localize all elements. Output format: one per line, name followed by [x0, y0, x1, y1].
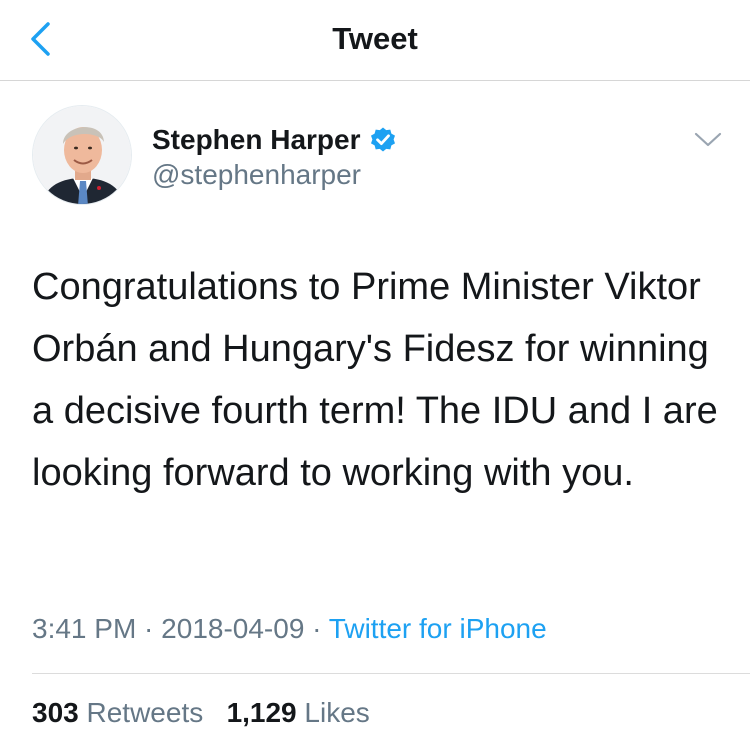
retweets-stat[interactable]: 303 Retweets [32, 697, 203, 728]
meta-separator: · [304, 613, 329, 644]
divider [32, 673, 750, 674]
likes-label: Likes [304, 697, 370, 728]
tweet-metadata: 3:41 PM · 2018-04-09 · Twitter for iPhon… [32, 612, 547, 646]
author-handle[interactable]: @stephenharper [152, 158, 361, 192]
tweet-text: Congratulations to Prime Minister Viktor… [32, 266, 718, 494]
verified-badge-icon [370, 127, 395, 152]
meta-separator: · [136, 613, 162, 644]
likes-stat[interactable]: 1,129 Likes [227, 697, 370, 728]
tweet-time: 3:41 PM [32, 613, 137, 644]
tweet-source-link[interactable]: Twitter for iPhone [329, 613, 547, 644]
engagement-stats: 303 Retweets 1,129 Likes [32, 696, 370, 730]
likes-count: 1,129 [226, 697, 297, 728]
author-display-name[interactable]: Stephen Harper [152, 123, 361, 157]
avatar[interactable] [32, 105, 132, 205]
retweets-label: Retweets [86, 697, 204, 728]
avatar-image [33, 106, 131, 204]
page-title: Tweet [332, 21, 418, 56]
author-name-row: Stephen Harper [152, 120, 397, 160]
tweet-date: 2018-04-09 [161, 613, 305, 644]
navigation-bar: Tweet [0, 0, 750, 81]
chevron-down-icon[interactable] [693, 130, 723, 150]
retweets-count: 303 [32, 697, 79, 728]
